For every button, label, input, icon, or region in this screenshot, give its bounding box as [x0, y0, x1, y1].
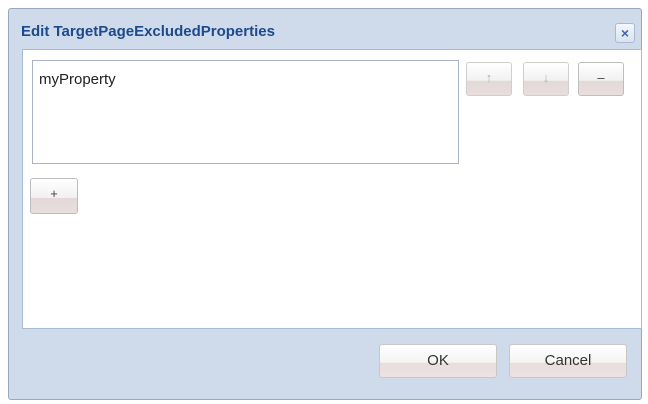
- minus-icon: –: [597, 70, 605, 85]
- move-up-button[interactable]: ↑: [466, 62, 512, 96]
- move-down-button[interactable]: ↓: [523, 62, 569, 96]
- edit-dialog: Edit TargetPageExcludedProperties × myPr…: [8, 8, 642, 400]
- dialog-title: Edit TargetPageExcludedProperties: [21, 23, 275, 40]
- arrow-up-icon: ↑: [485, 70, 493, 85]
- property-list[interactable]: myProperty: [32, 60, 459, 164]
- remove-button[interactable]: –: [578, 62, 624, 96]
- dialog-titlebar: Edit TargetPageExcludedProperties ×: [9, 9, 641, 49]
- dialog-content: myProperty ↑ ↓ – +: [22, 49, 642, 329]
- cancel-button[interactable]: Cancel: [509, 344, 627, 378]
- ok-button[interactable]: OK: [379, 344, 497, 378]
- plus-icon: +: [50, 186, 58, 201]
- add-button[interactable]: +: [30, 178, 78, 214]
- list-item[interactable]: myProperty: [39, 71, 116, 88]
- close-icon[interactable]: ×: [615, 23, 635, 43]
- arrow-down-icon: ↓: [542, 70, 550, 85]
